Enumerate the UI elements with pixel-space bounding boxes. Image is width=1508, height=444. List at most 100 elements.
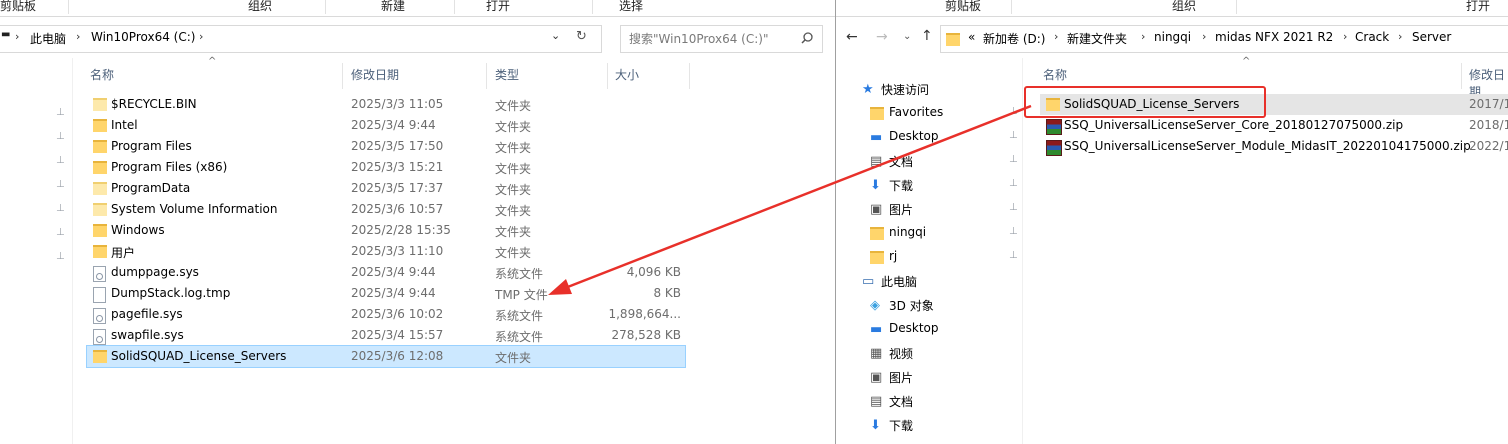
nav-item[interactable]: ◈ 3D 对象 (868, 294, 1038, 316)
ribbon-new[interactable]: 新建 (381, 0, 405, 14)
nav-item[interactable]: ▣ 图片 ⊥ (868, 198, 1038, 220)
search-icon[interactable] (801, 32, 813, 44)
nav-item[interactable]: ▤ 文档 (868, 390, 1038, 412)
file-row[interactable]: $RECYCLE.BIN 2025/3/3 11:05 文件夹 (87, 94, 685, 115)
file-type: 文件夹 (495, 204, 532, 218)
nav-item-label: Favorites (889, 105, 944, 119)
breadcrumb-midas[interactable]: midas NFX 2021 R2 (1215, 30, 1333, 44)
nav-item[interactable]: ⬇ 下载 (868, 414, 1038, 436)
nav-item[interactable]: rj ⊥ (868, 246, 1038, 268)
ribbon-select[interactable]: 选择 (619, 0, 643, 14)
chevron-right-icon[interactable]: › (1202, 30, 1206, 43)
nav-item-label: 快速访问 (881, 83, 930, 97)
folder-icon (93, 161, 107, 174)
file-row[interactable]: 用户 2025/3/3 11:10 文件夹 (87, 241, 685, 262)
column-name[interactable]: 名称 (90, 66, 114, 88)
pin-icon[interactable]: ⊥ (56, 227, 65, 238)
pin-icon[interactable]: ⊥ (56, 251, 65, 262)
address-bar[interactable]: ▬ › 此电脑 › Win10Prox64 (C:) › ⌄ ↻ (0, 25, 602, 53)
nav-item[interactable]: ▦ 视频 (868, 342, 1038, 364)
folder-pale-icon (93, 182, 107, 195)
file-row[interactable]: SSQ_UniversalLicenseServer_Module_MidasI… (1040, 136, 1508, 157)
document-icon: ▤ (870, 154, 883, 169)
column-date[interactable]: 修改日期 (351, 66, 399, 88)
chevron-down-icon[interactable]: ⌄ (551, 29, 560, 42)
breadcrumb-drive[interactable]: 新加卷 (D:) (983, 30, 1045, 47)
chevron-right-icon[interactable]: › (1343, 30, 1347, 43)
forward-arrow-icon[interactable]: → (876, 29, 888, 45)
pin-icon[interactable]: ⊥ (1009, 202, 1018, 213)
chevron-right-icon[interactable]: › (1141, 30, 1145, 43)
file-row[interactable]: Windows 2025/2/28 15:35 文件夹 (87, 220, 685, 241)
file-row[interactable]: dumppage.sys 2025/3/4 9:44 系统文件 4,096 KB (87, 262, 685, 283)
nav-item[interactable]: ▤ 文档 ⊥ (868, 150, 1038, 172)
breadcrumb-crack[interactable]: Crack (1355, 30, 1389, 44)
pin-icon[interactable]: ⊥ (1009, 178, 1018, 189)
file-row[interactable]: System Volume Information 2025/3/6 10:57 文… (87, 199, 685, 220)
pin-icon[interactable]: ⊥ (1009, 226, 1018, 237)
up-arrow-icon[interactable]: ↑ (921, 28, 933, 44)
nav-item[interactable]: ▬ Desktop ⊥ (868, 126, 1038, 148)
address-bar[interactable]: « 新加卷 (D:) › 新建文件夹 › ningqi › midas NFX … (940, 25, 1508, 53)
nav-item[interactable]: ⬇ 下载 ⊥ (868, 174, 1038, 196)
breadcrumb-ningqi[interactable]: ningqi (1154, 30, 1191, 44)
file-row[interactable]: swapfile.sys 2025/3/4 15:57 系统文件 278,528 KB (87, 325, 685, 346)
breadcrumb-overflow[interactable]: « (968, 30, 975, 44)
pin-icon[interactable]: ⊥ (1009, 106, 1018, 117)
chevron-right-icon[interactable]: › (1398, 30, 1402, 43)
file-row[interactable]: SSQ_UniversalLicenseServer_Core_20180127… (1040, 115, 1508, 136)
nav-item[interactable]: ▣ 图片 (868, 366, 1038, 388)
pin-icon[interactable]: ⊥ (1009, 154, 1018, 165)
search-box[interactable]: 搜索"Win10Prox64 (C:)" (620, 25, 823, 53)
pin-icon[interactable]: ⊥ (56, 131, 65, 142)
file-row[interactable]: ProgramData 2025/3/5 17:37 文件夹 (87, 178, 685, 199)
nav-item[interactable]: ▭ 此电脑 (860, 270, 1030, 292)
file-row[interactable]: Program Files 2025/3/5 17:50 文件夹 (87, 136, 685, 157)
pin-icon[interactable]: ⊥ (56, 203, 65, 214)
pin-icon[interactable]: ⊥ (1009, 250, 1018, 261)
ribbon-open[interactable]: 打开 (1466, 0, 1490, 14)
file-row[interactable]: SolidSQUAD_License_Servers 2025/3/6 12:08… (86, 345, 686, 368)
ribbon-clipboard[interactable]: 剪贴板 (945, 0, 981, 14)
ribbon-organize[interactable]: 组织 (1172, 0, 1196, 14)
chevron-right-icon[interactable]: › (76, 30, 80, 43)
breadcrumb-this-pc[interactable]: 此电脑 (30, 30, 66, 47)
file-name: pagefile.sys (111, 307, 183, 321)
ribbon-clipboard[interactable]: 剪贴板 (0, 0, 36, 14)
file-row[interactable]: Program Files (x86) 2025/3/3 15:21 文件夹 (87, 157, 685, 178)
file-row[interactable]: DumpStack.log.tmp 2025/3/4 9:44 TMP 文件 8 KB (87, 283, 685, 304)
breadcrumb-server[interactable]: Server (1412, 30, 1451, 44)
chevron-right-icon[interactable]: › (199, 30, 203, 43)
folder-icon (870, 251, 884, 264)
search-input[interactable]: 搜索"Win10Prox64 (C:)" (629, 30, 769, 47)
ribbon-organize[interactable]: 组织 (248, 0, 272, 14)
nav-item[interactable]: ▬ Desktop (868, 318, 1038, 340)
back-arrow-icon[interactable]: ← (846, 29, 858, 45)
file-date: 2018/1 (1469, 118, 1508, 132)
nav-item[interactable]: Favorites ⊥ (868, 102, 1038, 124)
file-row[interactable]: Intel 2025/3/4 9:44 文件夹 (87, 115, 685, 136)
ribbon-open[interactable]: 打开 (486, 0, 510, 14)
column-type[interactable]: 类型 (495, 66, 519, 88)
column-date[interactable]: 修改日期 (1469, 66, 1508, 99)
file-row[interactable]: pagefile.sys 2025/3/6 10:02 系统文件 1,898,664.… (87, 304, 685, 325)
file-date: 2025/3/5 17:37 (351, 181, 444, 195)
pin-icon[interactable]: ⊥ (56, 179, 65, 190)
refresh-icon[interactable]: ↻ (576, 29, 587, 44)
pin-icon[interactable]: ⊥ (56, 107, 65, 118)
file-size: 4,096 KB (626, 265, 681, 279)
pin-icon[interactable]: ⊥ (56, 155, 65, 166)
chevron-right-icon[interactable]: › (1054, 30, 1058, 43)
system-file-icon (93, 329, 106, 345)
column-size[interactable]: 大小 (615, 66, 639, 88)
folder-icon (946, 33, 960, 46)
breadcrumb-drive[interactable]: Win10Prox64 (C:) (91, 30, 195, 44)
nav-item[interactable]: ★ 快速访问 (860, 78, 1030, 100)
recent-dropdown-icon[interactable]: ⌄ (903, 31, 911, 42)
file-type: 文件夹 (495, 99, 532, 113)
nav-item[interactable]: ningqi ⊥ (868, 222, 1038, 244)
column-name[interactable]: 名称 (1043, 66, 1067, 88)
chevron-right-icon[interactable]: › (15, 30, 19, 43)
breadcrumb-new-folder[interactable]: 新建文件夹 (1067, 30, 1127, 47)
pin-icon[interactable]: ⊥ (1009, 130, 1018, 141)
